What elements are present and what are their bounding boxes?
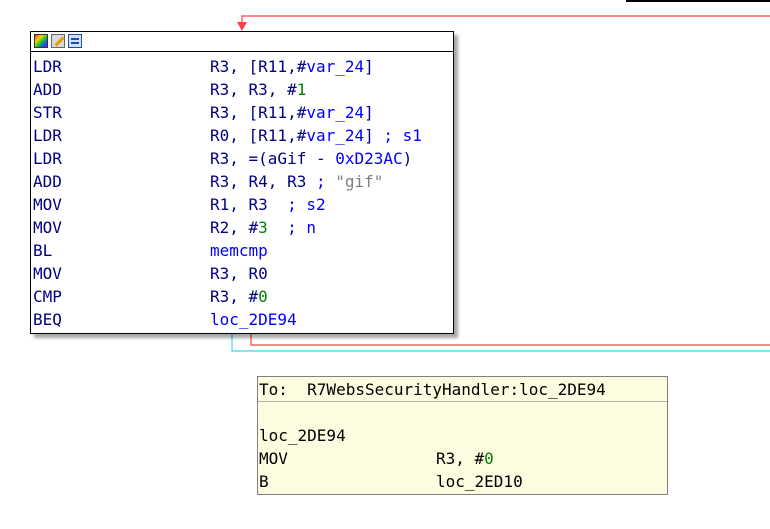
- instruction-operands: R3, R4, R3 ; "gif": [210, 170, 383, 193]
- hint-mnemonic: B: [259, 472, 269, 491]
- operand-value: 0xD23AC: [335, 149, 403, 168]
- operand-text: R0, [R11,#: [210, 126, 307, 145]
- instruction-mnemonic: LDR: [33, 57, 62, 76]
- instruction-mnemonic: BEQ: [33, 310, 62, 329]
- instruction-mnemonic: MOV: [33, 218, 62, 237]
- instruction-mnemonic: LDR: [33, 149, 62, 168]
- branch-true-edge-cyan: [231, 334, 770, 352]
- instruction-mnemonic: ADD: [33, 80, 62, 99]
- instruction-operands: R2, #3 ; n: [210, 216, 316, 239]
- operand-text: R2, #: [210, 218, 259, 237]
- instruction-operands: R3, R3, #1: [210, 78, 306, 101]
- operand-text: [268, 218, 287, 237]
- operand-text: R3, #: [210, 287, 259, 306]
- operand-value: 0: [258, 287, 268, 306]
- operand-value: 0: [484, 449, 494, 468]
- instruction-mnemonic: STR: [33, 103, 62, 122]
- incoming-edge-arrowhead: [237, 22, 247, 31]
- instruction-comment: ;: [315, 172, 336, 191]
- instruction-mnemonic: CMP: [33, 287, 62, 306]
- node-titlebar[interactable]: [31, 32, 453, 52]
- operand-text: ): [402, 149, 413, 168]
- hint-instruction-line: Bloc_2ED10: [259, 470, 659, 493]
- operand-value: var_24: [306, 57, 365, 76]
- instruction-mnemonic: ADD: [33, 172, 62, 191]
- instruction-comment: ; s1: [383, 126, 422, 145]
- operand-text: R1, R3: [210, 195, 288, 214]
- instruction-operands: R3, R0: [210, 262, 268, 285]
- incoming-edge-red: [241, 15, 770, 26]
- instruction-operands: memcmp: [210, 239, 268, 262]
- operand-text: R3, =(aGif -: [210, 149, 336, 168]
- instruction-mnemonic: LDR: [33, 126, 62, 145]
- instruction-operands: R3, [R11,#var_24]: [210, 55, 374, 78]
- instruction-operands: R3, =(aGif - 0xD23AC): [210, 147, 412, 170]
- instruction-mnemonic: MOV: [33, 264, 62, 283]
- operand-text: R3, R0: [210, 264, 268, 283]
- instruction-comment: ; s2: [287, 195, 326, 214]
- hint-header: To: R7WebsSecurityHandler:loc_2DE94: [259, 380, 606, 399]
- instruction-mnemonic: MOV: [33, 195, 62, 214]
- instruction-operands: R3, #0: [210, 285, 268, 308]
- hint-separator: [258, 401, 667, 402]
- xref-hint-popup: To: R7WebsSecurityHandler:loc_2DE94 loc_…: [257, 376, 668, 495]
- operand-value: loc_2DE94: [210, 310, 297, 329]
- instruction-operands: loc_2DE94: [210, 308, 297, 331]
- instruction-operands: R3, [R11,#var_24]: [210, 101, 374, 124]
- operand-text: R3, [R11,#: [210, 103, 307, 122]
- instruction-operands: R0, [R11,#var_24] ; s1: [210, 124, 422, 147]
- operand-value: var_24: [306, 126, 365, 145]
- hint-instruction-line: MOV R3, #0: [259, 447, 659, 470]
- operand-text: R3, #: [436, 449, 485, 468]
- color-palette-icon[interactable]: [34, 34, 48, 48]
- operand-text: R3, R4, R3: [210, 172, 316, 191]
- operand-value: memcmp: [210, 241, 268, 260]
- string-comment: "gif": [335, 172, 384, 191]
- operand-text: ]: [364, 126, 384, 145]
- operand-text: R3, R3, #: [210, 80, 297, 99]
- operand-text: R3, [R11,#: [210, 57, 307, 76]
- operand-value: 3: [258, 218, 268, 237]
- branch-false-edge-red: [250, 334, 770, 346]
- instruction-comment: ; n: [287, 218, 316, 237]
- operand-text: ]: [364, 103, 374, 122]
- hint-label: loc_2DE94: [259, 426, 346, 445]
- graph-overview-icon[interactable]: [68, 34, 82, 48]
- operand-value: var_24: [306, 103, 365, 122]
- hint-operands: loc_2ED10: [436, 470, 523, 493]
- edit-pencil-icon[interactable]: [51, 34, 65, 48]
- basic-block-node[interactable]: LDR R3, [R11,#var_24] ADD R3, R3, #1 STR R3, …: [30, 31, 454, 334]
- instruction-operands: R1, R3 ; s2: [210, 193, 326, 216]
- hint-mnemonic: MOV: [259, 449, 288, 468]
- graph-view-canvas[interactable]: LDR R3, [R11,#var_24] ADD R3, R3, #1 STR R3, …: [0, 0, 770, 529]
- operand-text: loc_2ED10: [436, 472, 523, 491]
- operand-value: 1: [296, 80, 307, 99]
- instruction-mnemonic: BL: [33, 241, 53, 260]
- hint-operands: R3, #0: [436, 447, 494, 470]
- operand-text: ]: [364, 57, 374, 76]
